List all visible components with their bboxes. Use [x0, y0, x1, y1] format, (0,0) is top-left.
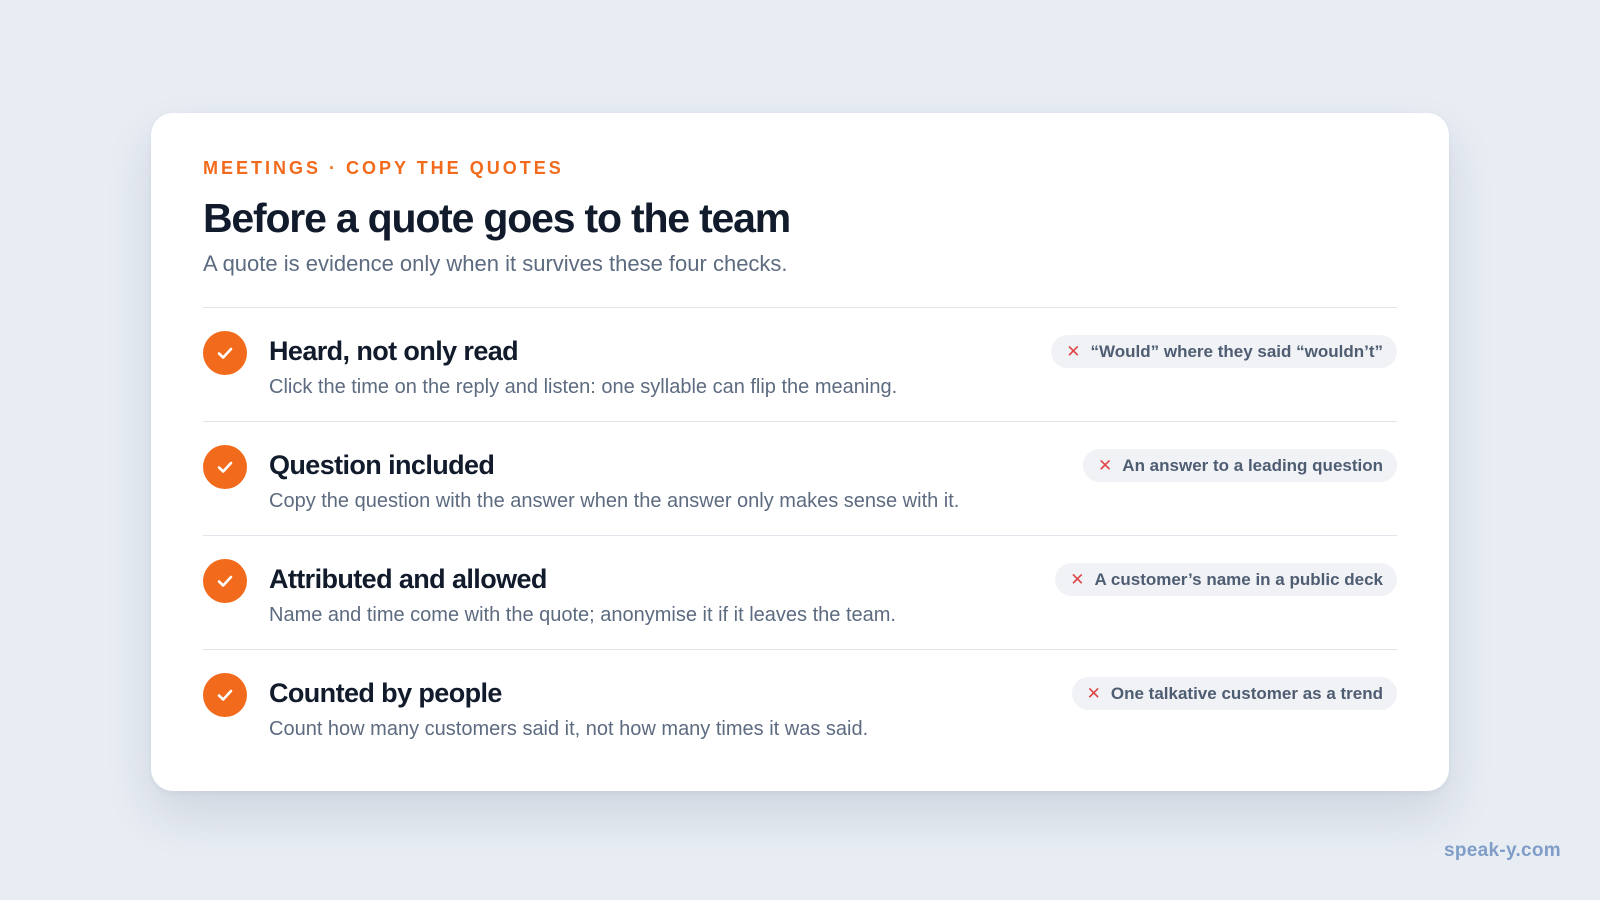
checklist-item: Heard, not only read Click the time on t…	[203, 308, 1397, 422]
page-title: Before a quote goes to the team	[203, 195, 791, 241]
checklist-item: Attributed and allowed Name and time com…	[203, 536, 1397, 650]
pitfall-badge: ✕ “Would” where they said “wouldn’t”	[1051, 335, 1397, 368]
pitfall-text: An answer to a leading question	[1122, 455, 1383, 475]
check-icon	[203, 559, 247, 603]
page-subtitle: A quote is evidence only when it survive…	[203, 251, 788, 276]
site-watermark: speak-y.com	[1443, 840, 1561, 861]
checklist-item-title: Question included	[269, 450, 495, 480]
checklist-item-description: Name and time come with the quote; anony…	[269, 604, 896, 626]
checklist-item-title: Counted by people	[269, 678, 502, 708]
pitfall-badge: ✕ One talkative customer as a trend	[1071, 677, 1397, 710]
pitfall-badge: ✕ An answer to a leading question	[1083, 449, 1397, 482]
x-icon: ✕	[1098, 456, 1113, 475]
checklist-card: MEETINGS · COPY THE QUOTES Before a quot…	[151, 113, 1449, 791]
check-icon	[203, 673, 247, 717]
checklist-item-title: Heard, not only read	[269, 336, 519, 366]
x-icon: ✕	[1070, 570, 1085, 589]
checklist-item: Counted by people Count how many custome…	[203, 650, 1397, 764]
checklist-item-title: Attributed and allowed	[269, 564, 547, 594]
checklist-item-description: Count how many customers said it, not ho…	[269, 718, 869, 740]
eyebrow-label: MEETINGS · COPY THE QUOTES	[203, 158, 564, 178]
check-icon	[203, 445, 247, 489]
checklist-item: Question included Copy the question with…	[203, 422, 1397, 536]
check-icon	[203, 331, 247, 375]
checklist: Heard, not only read Click the time on t…	[203, 307, 1397, 764]
x-icon: ✕	[1086, 684, 1101, 703]
pitfall-text: One talkative customer as a trend	[1110, 683, 1383, 703]
pitfall-badge: ✕ A customer’s name in a public deck	[1055, 563, 1397, 596]
pitfall-text: “Would” where they said “wouldn’t”	[1090, 341, 1383, 361]
checklist-item-description: Click the time on the reply and listen: …	[269, 376, 898, 398]
pitfall-text: A customer’s name in a public deck	[1094, 569, 1383, 589]
x-icon: ✕	[1066, 342, 1081, 361]
checklist-item-description: Copy the question with the answer when t…	[269, 490, 960, 512]
